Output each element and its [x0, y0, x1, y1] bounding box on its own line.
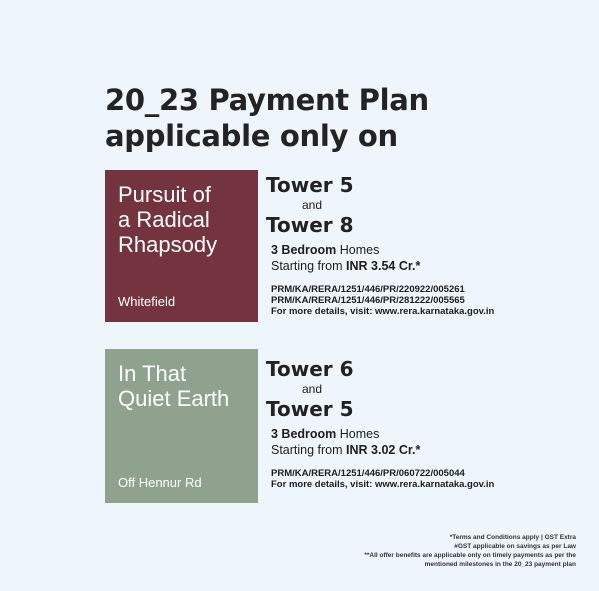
project-location: Off Hennur Rd	[118, 475, 202, 490]
price-value: INR 3.02 Cr.*	[346, 443, 421, 457]
project-name-line: In That	[118, 361, 187, 386]
project-name-line: Pursuit of	[118, 182, 211, 207]
rera-website-link[interactable]: For more details, visit: www.rera.karnat…	[271, 479, 494, 490]
footnote: #GST applicable on savings as per Law	[454, 543, 576, 550]
project-name-line: a Radical	[118, 207, 210, 232]
bedroom-count: 3 Bedroom	[271, 427, 337, 441]
bedroom-suffix: Homes	[336, 427, 380, 441]
rera-number: PRM/KA/RERA/1251/446/PR/220922/005261	[271, 284, 465, 295]
project-card-rhapsody: Pursuit of a Radical Rhapsody Whitefield	[105, 170, 258, 322]
project-name: In That Quiet Earth	[118, 361, 258, 411]
tower-label: Tower 6	[266, 357, 354, 381]
tower-label: Tower 8	[266, 213, 354, 237]
starting-price: Starting from INR 3.54 Cr.*	[271, 258, 494, 274]
conjunction: and	[302, 198, 323, 212]
project-name: Pursuit of a Radical Rhapsody	[118, 182, 258, 257]
project-details-quiet-earth: Tower 6 and Tower 5 3 Bedroom Homes Star…	[266, 358, 494, 490]
price-value: INR 3.54 Cr.*	[346, 259, 421, 273]
bedroom-type: 3 Bedroom Homes	[271, 426, 494, 442]
payment-plan-ad: 20_23 Payment Plan applicable only on Pu…	[0, 0, 599, 591]
rera-number: PRM/KA/RERA/1251/446/PR/060722/005044	[271, 468, 465, 479]
footnotes: *Terms and Conditions apply | GST Extra …	[364, 533, 576, 569]
headline-line-2: applicable only on	[105, 119, 398, 153]
bedroom-type: 3 Bedroom Homes	[271, 242, 494, 258]
price-prefix: Starting from	[271, 443, 347, 457]
tower-label: Tower 5	[266, 397, 354, 421]
project-location: Whitefield	[118, 294, 176, 309]
price-prefix: Starting from	[271, 259, 347, 273]
headline: 20_23 Payment Plan applicable only on	[105, 82, 429, 154]
bedroom-count: 3 Bedroom	[271, 243, 337, 257]
project-name-line: Rhapsody	[118, 232, 218, 257]
rera-website-link[interactable]: For more details, visit: www.rera.karnat…	[271, 306, 494, 317]
project-details-rhapsody: Tower 5 and Tower 8 3 Bedroom Homes Star…	[266, 174, 494, 317]
starting-price: Starting from INR 3.02 Cr.*	[271, 442, 494, 458]
project-card-quiet-earth: In That Quiet Earth Off Hennur Rd	[105, 349, 258, 503]
project-name-line: Quiet Earth	[118, 386, 230, 411]
footnote: mentioned milestones in the 20_23 paymen…	[424, 561, 576, 568]
bedroom-suffix: Homes	[336, 243, 380, 257]
footnote: *Terms and Conditions apply | GST Extra	[449, 534, 576, 541]
tower-label: Tower 5	[266, 173, 354, 197]
headline-line-1: 20_23 Payment Plan	[105, 83, 429, 117]
conjunction: and	[302, 382, 323, 396]
footnote: **All offer benefits are applicable only…	[364, 552, 576, 559]
rera-number: PRM/KA/RERA/1251/446/PR/281222/005565	[271, 295, 465, 306]
